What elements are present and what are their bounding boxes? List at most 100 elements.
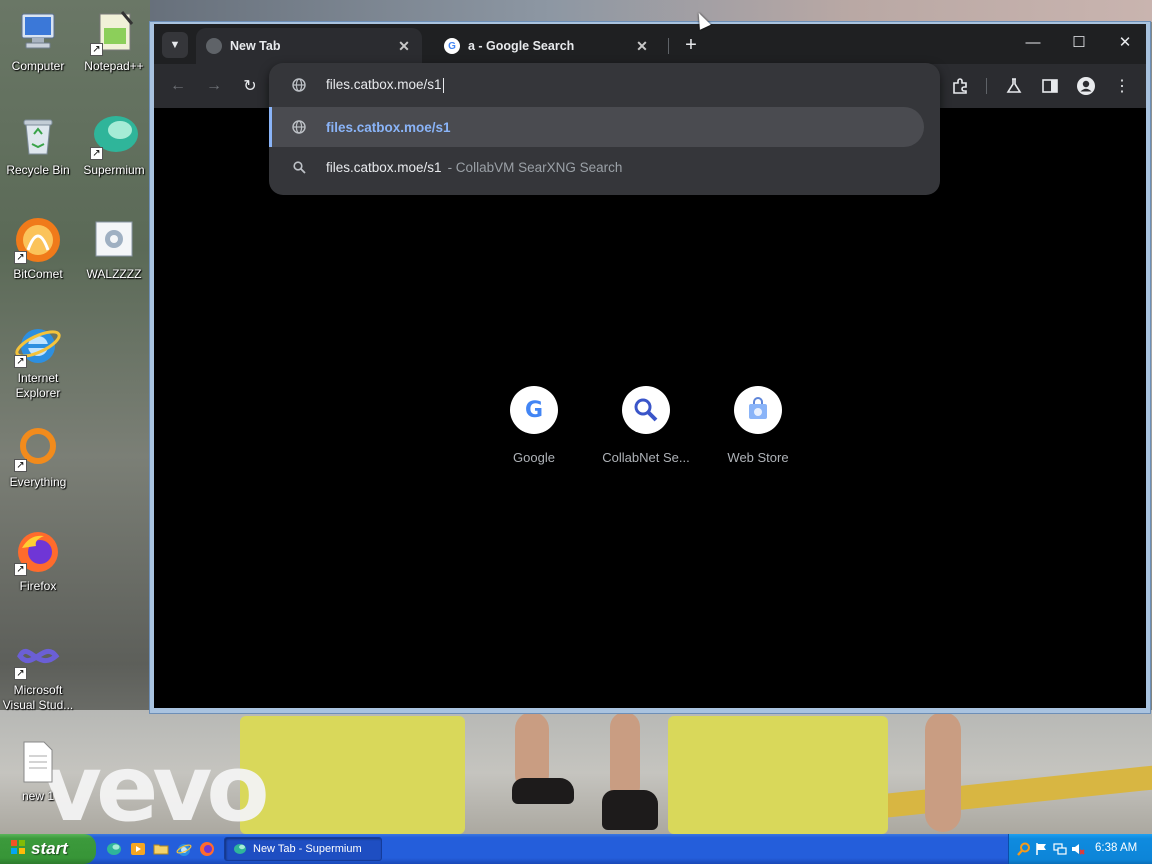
quicklaunch-internet-explorer-icon[interactable] bbox=[176, 841, 192, 857]
quicklaunch-media-icon[interactable] bbox=[130, 841, 146, 857]
more-vert-icon: ⋮ bbox=[1114, 78, 1130, 95]
desktop-icon-recycle-bin[interactable]: Recycle Bin bbox=[0, 112, 76, 178]
tab-title: New Tab bbox=[230, 39, 281, 53]
chevron-down-icon: ▼ bbox=[169, 39, 181, 51]
wallpaper-leg bbox=[610, 712, 640, 802]
omnibox-popup: files.catbox.moe/s1 files.catbox.moe/s1 … bbox=[269, 63, 940, 195]
wallpaper-figure bbox=[240, 716, 465, 834]
notepad-plus-plus-icon: ↗ bbox=[90, 8, 138, 56]
close-window-button[interactable]: ✕ bbox=[1102, 24, 1148, 60]
forward-button[interactable]: → bbox=[202, 74, 226, 98]
desktop-icon-supermium[interactable]: ↗ Supermium bbox=[76, 112, 152, 178]
plus-icon: + bbox=[685, 33, 697, 56]
wallpaper-shoe bbox=[512, 778, 574, 804]
desktop-icon-bitcomet[interactable]: ↗ BitComet bbox=[0, 216, 76, 282]
back-button[interactable]: ← bbox=[166, 74, 190, 98]
taskbar: start New Tab - Supermium 6:38 AM bbox=[0, 834, 1152, 864]
side-panel-button[interactable] bbox=[1038, 74, 1062, 98]
toolbar-separator bbox=[986, 78, 987, 94]
desktop-icon-label: Computer bbox=[11, 59, 65, 73]
close-icon: ✕ bbox=[1118, 34, 1132, 51]
taskbar-button-supermium[interactable]: New Tab - Supermium bbox=[224, 837, 382, 861]
profile-button[interactable] bbox=[1074, 74, 1098, 98]
desktop-icon-visual-studio[interactable]: ↗ Microsoft Visual Stud... bbox=[0, 632, 76, 713]
arrow-left-icon: ← bbox=[170, 77, 186, 94]
suggestion-text: files.catbox.moe/s1 bbox=[326, 119, 451, 135]
reload-button[interactable]: ↻ bbox=[238, 74, 262, 98]
firefox-icon: ↗ bbox=[14, 528, 62, 576]
close-icon[interactable]: ✕ bbox=[634, 38, 650, 55]
omnibox-suggestion-url[interactable]: files.catbox.moe/s1 bbox=[269, 107, 924, 147]
extensions-button[interactable] bbox=[948, 74, 972, 98]
shortcut-label: Web Store bbox=[727, 450, 789, 465]
shortcut-google[interactable]: G Google bbox=[478, 386, 590, 465]
globe-icon bbox=[206, 38, 222, 54]
magnifier-icon bbox=[622, 386, 670, 434]
desktop-icon-label: BitComet bbox=[13, 267, 63, 281]
supermium-icon bbox=[234, 844, 246, 854]
globe-icon bbox=[291, 119, 307, 135]
wallpaper-leg bbox=[925, 712, 961, 832]
desktop-icon-everything[interactable]: ↗ Everything bbox=[0, 424, 76, 490]
flask-icon bbox=[1006, 78, 1022, 93]
tab-google-search[interactable]: G a - Google Search ✕ bbox=[434, 28, 660, 64]
tab-separator bbox=[668, 38, 669, 54]
internet-explorer-icon: ↗ bbox=[14, 320, 62, 368]
wallpaper-figure bbox=[668, 716, 888, 834]
windows-flag-icon bbox=[10, 839, 26, 860]
labs-button[interactable] bbox=[1002, 74, 1026, 98]
desktop-icon-notepadpp[interactable]: ↗ Notepad++ bbox=[76, 8, 152, 74]
search-icon[interactable] bbox=[1017, 842, 1031, 856]
quicklaunch-folder-icon[interactable] bbox=[153, 841, 169, 857]
desktop-icon-label: Notepad++ bbox=[84, 59, 144, 73]
puzzle-icon bbox=[953, 78, 967, 94]
shortcut-web-store[interactable]: Web Store bbox=[702, 386, 814, 465]
network-icon[interactable] bbox=[1053, 842, 1067, 856]
start-button[interactable]: start bbox=[0, 834, 96, 864]
tab-search-button[interactable]: ▼ bbox=[162, 32, 188, 58]
tab-title: a - Google Search bbox=[468, 39, 575, 53]
taskbar-button-label: New Tab - Supermium bbox=[253, 843, 362, 855]
tab-new-tab[interactable]: New Tab ✕ bbox=[196, 28, 422, 64]
tab-strip: ▼ New Tab ✕ G a - Google Search ✕ + — ☐ … bbox=[154, 24, 1146, 64]
shortcut-collabnet[interactable]: CollabNet Se... bbox=[590, 386, 702, 465]
google-icon: G bbox=[444, 38, 460, 54]
menu-button[interactable]: ⋮ bbox=[1110, 74, 1134, 98]
new-tab-button[interactable]: + bbox=[678, 32, 704, 58]
start-label: start bbox=[31, 839, 68, 858]
volume-muted-icon[interactable] bbox=[1071, 842, 1085, 856]
desktop-icon-label: Microsoft Visual Stud... bbox=[2, 683, 74, 712]
address-input[interactable]: files.catbox.moe/s1 bbox=[326, 77, 826, 93]
close-icon[interactable]: ✕ bbox=[396, 38, 412, 55]
desktop-icon-firefox[interactable]: ↗ Firefox bbox=[0, 528, 76, 594]
quicklaunch-firefox-icon[interactable] bbox=[199, 841, 215, 857]
desktop-icon-internet-explorer[interactable]: ↗ Internet Explorer bbox=[0, 320, 76, 401]
minimize-button[interactable]: — bbox=[1010, 24, 1056, 60]
desktop-icon-new1[interactable]: new 1 bbox=[0, 738, 76, 804]
address-bar[interactable]: files.catbox.moe/s1 bbox=[269, 63, 940, 107]
desktop-icon-computer[interactable]: Computer bbox=[0, 8, 76, 74]
suggestion-text: files.catbox.moe/s1 bbox=[326, 159, 442, 175]
shortcut-label: Google bbox=[513, 450, 555, 465]
quicklaunch-supermium-icon[interactable] bbox=[106, 841, 122, 857]
text-file-icon bbox=[14, 738, 62, 786]
wallpaper-top bbox=[150, 0, 1152, 22]
text-caret bbox=[442, 77, 444, 93]
globe-icon bbox=[291, 77, 307, 93]
clock[interactable]: 6:38 AM bbox=[1095, 842, 1137, 854]
web-store-icon bbox=[734, 386, 782, 434]
flag-icon[interactable] bbox=[1035, 842, 1049, 856]
desktop-icon-label: new 1 bbox=[21, 789, 55, 803]
new-tab-page: G Google CollabNet Se... Web Store bbox=[154, 108, 1146, 708]
desktop-icon-label: Recycle Bin bbox=[6, 163, 70, 177]
desktop-icon-label: Firefox bbox=[19, 579, 57, 593]
desktop-icon-label: Internet Explorer bbox=[15, 371, 61, 400]
desktop-icon-walzzzz[interactable]: WALZZZZ bbox=[76, 216, 152, 282]
google-icon: G bbox=[510, 386, 558, 434]
arrow-right-icon: → bbox=[206, 77, 222, 94]
omnibox-suggestion-search[interactable]: files.catbox.moe/s1 - CollabVM SearXNG S… bbox=[269, 147, 924, 187]
address-input-text: files.catbox.moe/s1 bbox=[326, 77, 442, 93]
maximize-icon: ☐ bbox=[1072, 34, 1086, 51]
search-icon bbox=[291, 159, 307, 175]
maximize-button[interactable]: ☐ bbox=[1056, 24, 1102, 60]
